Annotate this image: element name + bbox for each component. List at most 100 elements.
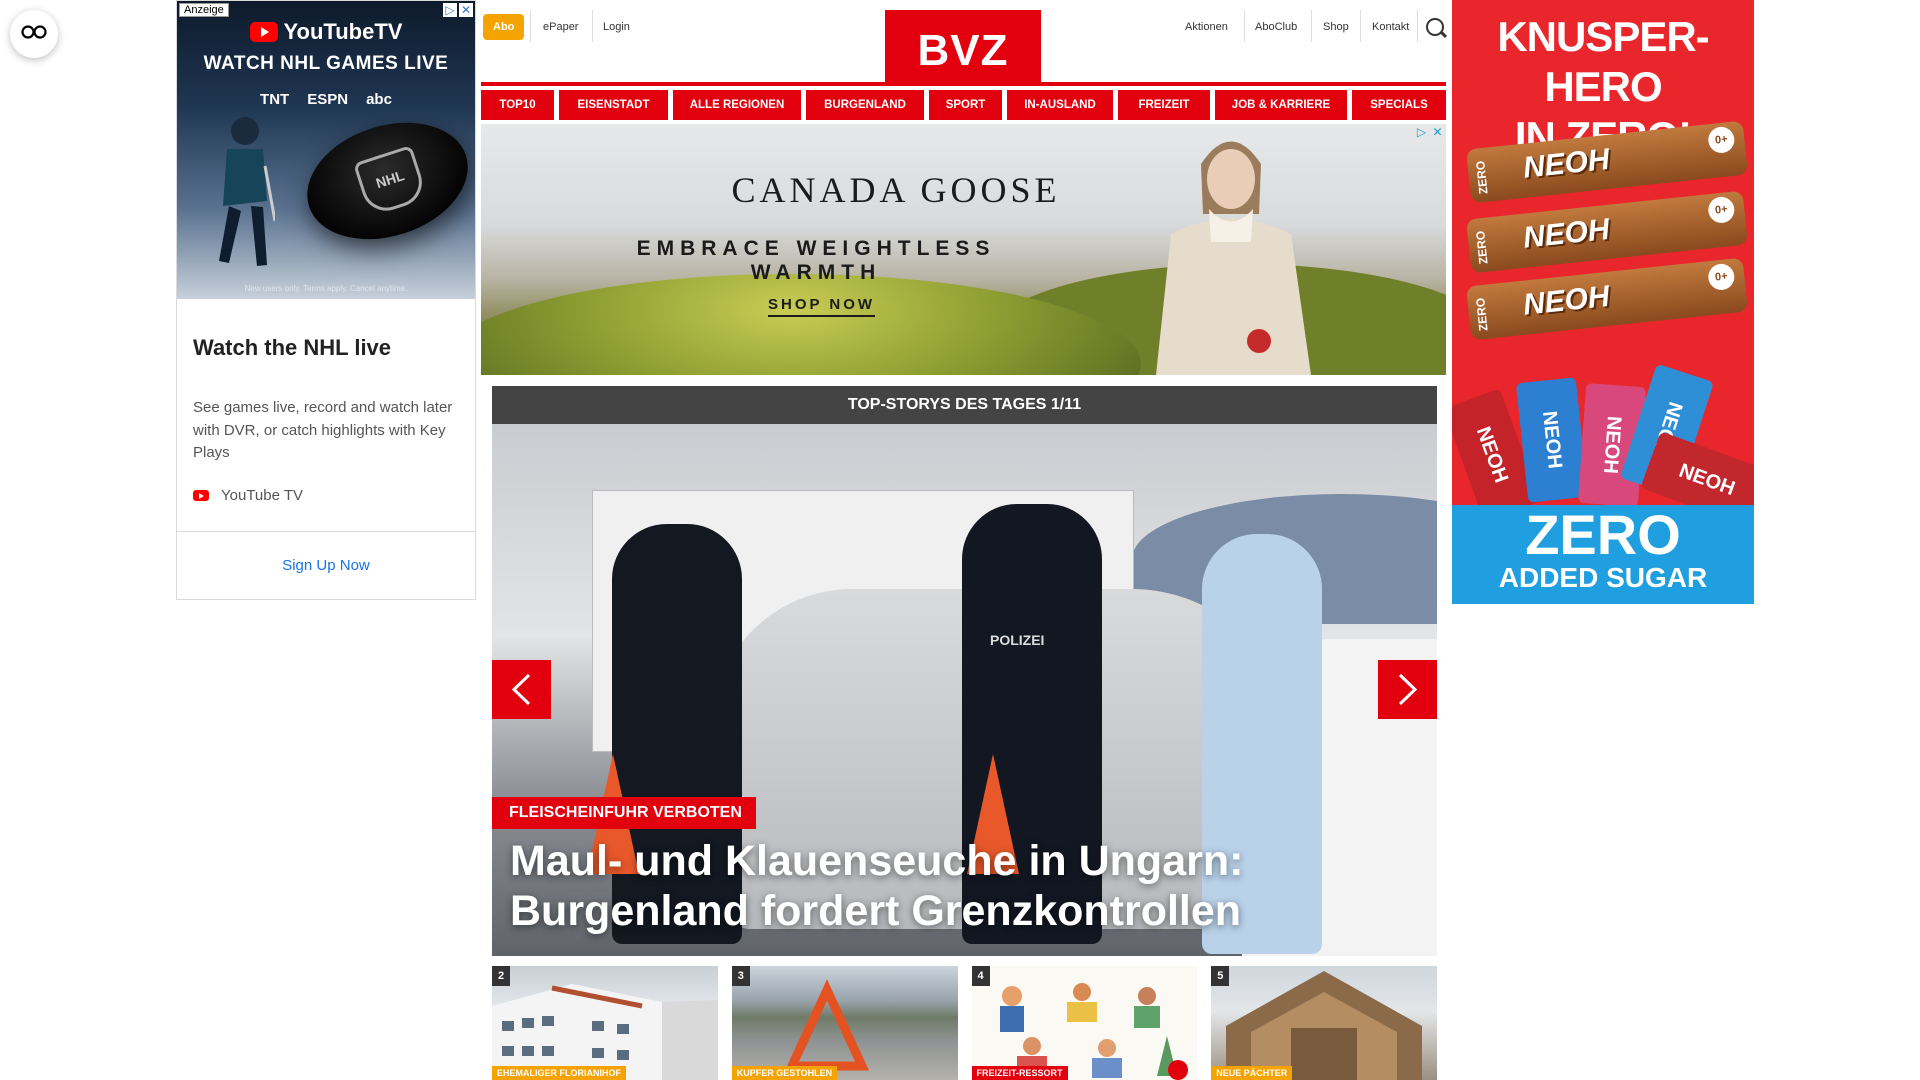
ad-brand: CANADA GOOSE <box>731 170 1061 210</box>
epaper-link[interactable]: ePaper <box>543 14 578 40</box>
main-nav: TOP10 EISENSTADT ALLE REGIONEN BURGENLAN… <box>481 90 1446 120</box>
ad-landscape <box>481 274 1141 375</box>
site-header: Abo ePaper Login BVZ Aktionen AboClub Sh… <box>481 0 1446 86</box>
divider <box>1311 10 1312 42</box>
bar-zero-label: ZERO <box>1473 230 1491 265</box>
model-photo <box>1156 141 1311 375</box>
network-logos: TNT ESPN abc <box>177 91 475 108</box>
ad-advertiser[interactable]: YouTube TV <box>193 487 303 504</box>
bar-badge: 0+ <box>1707 125 1736 155</box>
divider <box>177 531 475 532</box>
nav-freizeit[interactable]: FREIZEIT <box>1118 90 1210 120</box>
thumb-tag: NEUE PÄCHTER <box>1211 1066 1293 1080</box>
thumb-photo-illustration <box>999 983 1188 1080</box>
tnt-logo: TNT <box>260 91 290 108</box>
nav-job-karriere[interactable]: JOB & KARRIERE <box>1215 90 1347 120</box>
adchoices-icon[interactable]: ▷ <box>443 3 457 17</box>
nav-top10[interactable]: TOP10 <box>481 90 554 120</box>
youtube-tv-logo: YouTubeTV <box>177 19 475 45</box>
ad-headline-line1: KNUSPER-HERO <box>1497 13 1709 110</box>
neoh-bar: ZERO NEOH 0+ <box>1465 257 1749 341</box>
slider-prev-button[interactable] <box>492 660 551 719</box>
nav-in-ausland[interactable]: IN-AUSLAND <box>1007 90 1113 120</box>
ad-brand: YouTubeTV <box>283 19 403 44</box>
bar-brand: NEOH <box>1521 142 1612 185</box>
kontakt-link[interactable]: Kontakt <box>1372 14 1409 40</box>
divider <box>1244 10 1245 42</box>
aktionen-link[interactable]: Aktionen <box>1185 14 1228 40</box>
ad-badge: Anzeige <box>179 3 229 17</box>
header-rule <box>481 82 1446 86</box>
glasses-icon <box>21 24 47 44</box>
abo-button[interactable]: Abo <box>483 14 525 40</box>
nav-eisenstadt[interactable]: EISENSTADT <box>559 90 668 120</box>
shop-link[interactable]: Shop <box>1323 14 1349 40</box>
abc-logo: abc <box>366 91 392 108</box>
advertiser-name: YouTube TV <box>221 487 304 504</box>
story-thumb-4[interactable]: 4 FREIZEIT-RESSORT <box>971 966 1198 1080</box>
espn-logo: ESPN <box>307 91 349 108</box>
hockey-player-illustration <box>219 117 275 266</box>
close-icon[interactable]: ✕ <box>459 3 473 17</box>
bar-zero-label: ZERO <box>1473 160 1491 195</box>
thumb-photo-warning-triangle <box>784 979 869 1071</box>
nav-sport[interactable]: SPORT <box>929 90 1002 120</box>
bar-brand: NEOH <box>1521 212 1612 255</box>
thumb-tag: KUPFER GESTOHLEN <box>731 1066 838 1080</box>
shop-now-button[interactable]: SHOP NOW <box>768 296 876 317</box>
product-pack: NEOH <box>1515 377 1589 503</box>
sign-up-button[interactable]: Sign Up Now <box>177 557 475 574</box>
divider <box>530 10 531 42</box>
bar-badge: 0+ <box>1707 262 1736 292</box>
police-label: POLIZEI <box>990 632 1045 648</box>
youtube-icon <box>193 490 209 501</box>
thumb-number: 2 <box>492 966 510 986</box>
ad-title[interactable]: Watch the NHL live <box>193 335 391 361</box>
ad-choices[interactable]: ▷ ✕ <box>1415 126 1444 139</box>
ad-choices[interactable]: ▷ ✕ <box>443 3 473 17</box>
bar-badge: 0+ <box>1707 195 1736 225</box>
ad-headline: WATCH NHL GAMES LIVE <box>203 53 449 74</box>
aboclub-link[interactable]: AboClub <box>1255 14 1297 40</box>
thumb-number: 4 <box>971 966 990 986</box>
top-stories-heading: TOP-STORYS DES TAGES 1/11 <box>492 386 1437 424</box>
story-kicker[interactable]: FLEISCHEINFUHR VERBOTEN <box>492 797 756 829</box>
thumb-number: 5 <box>1211 966 1230 986</box>
chevron-left-icon <box>511 673 531 706</box>
login-link[interactable]: Login <box>603 14 630 40</box>
bar-brand: NEOH <box>1521 279 1612 322</box>
bar-zero-label: ZERO <box>1473 297 1491 332</box>
nav-specials[interactable]: SPECIALS <box>1352 90 1446 120</box>
nav-alle-regionen[interactable]: ALLE REGIONEN <box>673 90 801 120</box>
ad-tagline: EMBRACE WEIGHTLESS WARMTH <box>636 237 996 284</box>
ad-description: See games live, record and watch later w… <box>193 399 453 461</box>
story-thumb-2[interactable]: 2 EHEMALIGER FLORIANIHOF <box>492 966 718 1080</box>
chevron-right-icon <box>1398 673 1418 706</box>
story-thumb-3[interactable]: 3 KUPFER GESTOHLEN <box>731 966 958 1080</box>
close-icon[interactable]: ✕ <box>1431 126 1444 139</box>
hockey-puck: NHL <box>292 103 475 259</box>
added-sugar-label: ADDED SUGAR <box>1498 562 1708 593</box>
ad-image[interactable]: Anzeige ▷ ✕ YouTubeTV WATCH NHL GAMES LI… <box>177 1 475 299</box>
adchoices-icon[interactable]: ▷ <box>1415 126 1428 139</box>
thumb-photo-wooden-hut <box>1226 971 1423 1080</box>
divider <box>1360 10 1361 42</box>
nav-burgenland[interactable]: BURGENLAND <box>806 90 924 120</box>
story-headline[interactable]: Maul- und Klauenseuche in Ungarn: Burgen… <box>510 836 1410 936</box>
search-icon[interactable] <box>1426 18 1444 36</box>
youtube-tv-ad[interactable]: Anzeige ▷ ✕ YouTubeTV WATCH NHL GAMES LI… <box>176 0 476 600</box>
reader-mode-button[interactable] <box>10 10 58 58</box>
zero-label: ZERO <box>1525 503 1681 566</box>
neoh-ad[interactable]: KNUSPER-HERO IN ZERO! ZERO NEOH 0+ ZERO … <box>1452 0 1754 604</box>
bvz-logo[interactable]: BVZ <box>885 10 1041 84</box>
canada-goose-ad[interactable]: CANADA GOOSE EMBRACE WEIGHTLESS WARMTH S… <box>481 124 1446 375</box>
nhl-shield-icon: NHL <box>353 144 429 218</box>
slider-next-button[interactable] <box>1378 660 1437 719</box>
story-thumb-5[interactable]: 5 NEUE PÄCHTER <box>1211 966 1437 1080</box>
youtube-icon <box>249 22 278 42</box>
divider <box>592 10 593 42</box>
product-packs: NEOH NEOH NEOH NEOH NEOH <box>1452 363 1754 529</box>
ad-fine-print: New users only. Terms apply. Cancel anyt… <box>244 284 408 293</box>
thumb-number: 3 <box>731 966 750 986</box>
zero-sugar-banner: ZERO ADDED SUGAR <box>1452 505 1754 604</box>
